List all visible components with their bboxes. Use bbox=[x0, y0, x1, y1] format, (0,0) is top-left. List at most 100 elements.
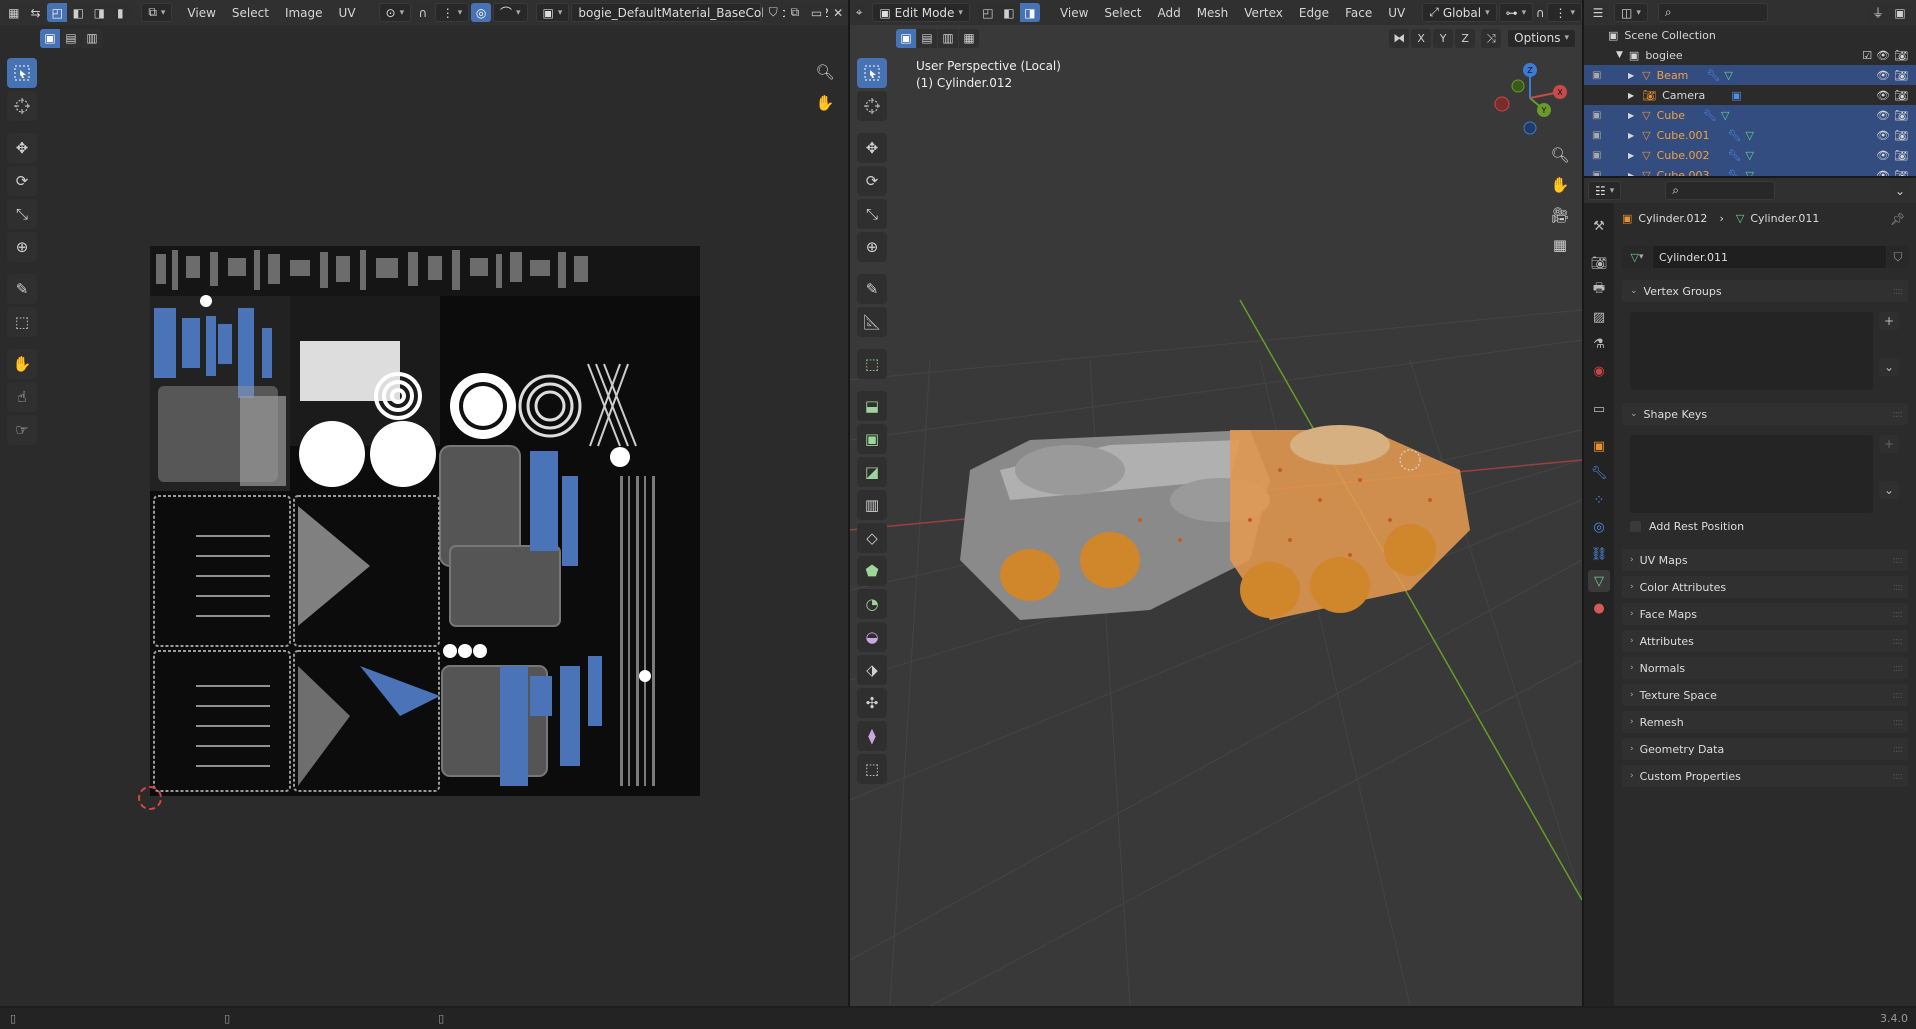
spin-tool-icon[interactable]: ◔ bbox=[857, 589, 887, 619]
vp-rotate-tool-icon[interactable]: ⟳ bbox=[857, 166, 887, 196]
vp-select-subtract-icon[interactable]: ▥ bbox=[938, 28, 958, 48]
vp-select-intersect-icon[interactable]: ▦ bbox=[959, 28, 979, 48]
uv-zoom-icon[interactable]: 🔍︎ bbox=[812, 59, 838, 85]
shape-key-add-button[interactable]: + bbox=[1879, 435, 1899, 453]
extrude-tool-icon[interactable]: ⬓ bbox=[857, 391, 887, 421]
vp-menu-edge[interactable]: Edge bbox=[1292, 3, 1336, 23]
scene-collection-row[interactable]: ▣ Scene Collection bbox=[1584, 25, 1916, 45]
axis-x-toggle[interactable]: X bbox=[1411, 28, 1432, 48]
vp-menu-add[interactable]: Add bbox=[1150, 3, 1187, 23]
render-visibility-icon[interactable]: 📷︎ bbox=[1894, 69, 1908, 82]
render-visibility-icon[interactable]: 📷︎ bbox=[1894, 149, 1908, 162]
select-new-icon[interactable]: ▣ bbox=[40, 28, 60, 48]
visibility-icon[interactable]: 👁︎ bbox=[1876, 89, 1890, 102]
vp-menu-vertex[interactable]: Vertex bbox=[1237, 3, 1290, 23]
outliner-editor-type-icon[interactable]: ☰ bbox=[1588, 3, 1608, 22]
edge-select-icon[interactable]: ◧ bbox=[68, 3, 89, 22]
properties-editor-type-dropdown[interactable]: ☷ ▾ bbox=[1588, 181, 1622, 200]
panel-grip-icon[interactable]: :::: bbox=[1893, 286, 1904, 297]
texture-space-panel-header[interactable]: › Texture Space:::: bbox=[1622, 684, 1908, 706]
fake-user-shield-icon[interactable]: ⛉ bbox=[1887, 246, 1909, 268]
collection-render-icon[interactable]: 📷︎ bbox=[1894, 49, 1908, 62]
vp-annotate-tool-icon[interactable]: ✎ bbox=[857, 274, 887, 304]
uv-display-dropdown[interactable]: ⧉ ▾ bbox=[141, 3, 173, 22]
image-name-field[interactable]: bogie_DefaultMaterial_BaseColor.png.002 bbox=[571, 3, 829, 22]
expand-arrow-icon[interactable]: ▶ bbox=[1628, 71, 1634, 80]
vertex-groups-panel-header[interactable]: ⌄ Vertex Groups :::: bbox=[1622, 280, 1908, 302]
add-rest-position-checkbox[interactable] bbox=[1630, 521, 1641, 532]
mesh-data-browse[interactable]: ▽ ▾ bbox=[1622, 246, 1652, 268]
expand-arrow-icon[interactable]: ▶ bbox=[1628, 91, 1634, 100]
vp-menu-select[interactable]: Select bbox=[1097, 3, 1148, 23]
edge-slide-tool-icon[interactable]: ⬗ bbox=[857, 655, 887, 685]
panel-grip-icon[interactable]: :::: bbox=[1893, 409, 1904, 420]
rotate-tool-icon[interactable]: ⟳ bbox=[7, 166, 37, 196]
inset-tool-icon[interactable]: ▣ bbox=[857, 424, 887, 454]
grab-tool-icon[interactable]: ✋ bbox=[7, 349, 37, 379]
vp-snap-icon[interactable]: ∩ bbox=[1535, 3, 1546, 22]
panel-grip-icon[interactable]: :::: bbox=[1893, 771, 1904, 782]
annotate-tool-icon[interactable]: ✎ bbox=[7, 274, 37, 304]
visibility-icon[interactable]: 👁︎ bbox=[1876, 109, 1890, 122]
mesh-data-name-field[interactable]: Cylinder.011 bbox=[1653, 246, 1886, 268]
mirror-icon[interactable]: ⧓ bbox=[1389, 28, 1410, 48]
panel-grip-icon[interactable]: :::: bbox=[1893, 744, 1904, 755]
uv-maps-panel-header[interactable]: › UV Maps:::: bbox=[1622, 549, 1908, 571]
vp-menu-mesh[interactable]: Mesh bbox=[1190, 3, 1236, 23]
uv-2d-cursor[interactable] bbox=[138, 786, 162, 810]
vp-menu-uv[interactable]: UV bbox=[1381, 3, 1412, 23]
add-cube-tool-icon[interactable]: ⬚ bbox=[857, 349, 887, 379]
bevel-tool-icon[interactable]: ◪ bbox=[857, 457, 887, 487]
expand-arrow-icon[interactable]: ▼ bbox=[1616, 50, 1623, 60]
fake-user-icon[interactable]: ⛉ bbox=[763, 3, 784, 22]
editor-type-icon[interactable]: ▦ bbox=[4, 3, 24, 22]
vp-scale-tool-icon[interactable]: ⤡ bbox=[857, 199, 887, 229]
view-layer-tab-icon[interactable]: ▨ bbox=[1588, 306, 1610, 328]
object-tab-icon[interactable]: ▣ bbox=[1588, 435, 1610, 457]
rip-region-tool-icon[interactable]: ⬚ bbox=[857, 754, 887, 784]
shear-tool-icon[interactable]: ⧫ bbox=[857, 721, 887, 751]
pin-icon[interactable]: 📌︎ bbox=[1890, 212, 1905, 226]
remesh-panel-header[interactable]: › Remesh:::: bbox=[1622, 711, 1908, 733]
vp-measure-tool-icon[interactable]: 📐︎ bbox=[857, 307, 887, 337]
cursor-tool-icon[interactable] bbox=[7, 91, 37, 121]
uv-sync-icon[interactable]: ⇆ bbox=[25, 3, 46, 22]
island-select-icon[interactable]: ▮ bbox=[110, 3, 131, 22]
uv-menu-select[interactable]: Select bbox=[225, 3, 276, 23]
knife-tool-icon[interactable]: ◇ bbox=[857, 523, 887, 553]
uv-menu-uv[interactable]: UV bbox=[332, 3, 363, 23]
edge-mode-icon[interactable]: ◧ bbox=[998, 3, 1019, 22]
outliner-item[interactable]: ▣ ▶ ▽ Cube.003 🔧︎ ▽ 👁︎ 📷︎ bbox=[1584, 165, 1916, 176]
snap-target-dropdown[interactable]: ⋮ ▾ bbox=[434, 3, 470, 22]
axis-y-toggle[interactable]: Y bbox=[1433, 28, 1454, 48]
shape-keys-panel-header[interactable]: ⌄ Shape Keys :::: bbox=[1622, 403, 1908, 425]
shrink-fatten-tool-icon[interactable]: ✣ bbox=[857, 688, 887, 718]
render-visibility-icon[interactable]: 📷︎ bbox=[1894, 129, 1908, 142]
constraints-tab-icon[interactable]: ⛓︎ bbox=[1588, 543, 1610, 565]
new-image-icon[interactable]: ⧉ bbox=[785, 3, 805, 22]
navigation-gizmo[interactable]: X Y Z bbox=[1490, 58, 1570, 138]
tool-tab-icon[interactable]: ⚒ bbox=[1588, 215, 1610, 237]
select-subtract-icon[interactable]: ▥ bbox=[82, 28, 102, 48]
smooth-tool-icon[interactable]: ◒ bbox=[857, 622, 887, 652]
visibility-icon[interactable]: 👁︎ bbox=[1876, 149, 1890, 162]
properties-options-icon[interactable]: ⌄ bbox=[1890, 181, 1910, 200]
normals-panel-header[interactable]: › Normals:::: bbox=[1622, 657, 1908, 679]
loop-cut-tool-icon[interactable]: ▥ bbox=[857, 490, 887, 520]
expand-arrow-icon[interactable]: ▶ bbox=[1628, 131, 1634, 140]
pinch-tool-icon[interactable]: ☞ bbox=[7, 415, 37, 445]
world-tab-icon[interactable]: ◉ bbox=[1588, 360, 1610, 382]
display-mode-dropdown[interactable]: ◫ ▾ bbox=[1614, 3, 1648, 22]
color-attributes-panel-header[interactable]: › Color Attributes:::: bbox=[1622, 576, 1908, 598]
render-visibility-icon[interactable]: 📷︎ bbox=[1894, 109, 1908, 122]
area-divider-vertical-2[interactable] bbox=[1582, 0, 1584, 1006]
outliner-item[interactable]: ▣ ▶ ▽ Cube 🔧︎ ▽ 👁︎ 📷︎ bbox=[1584, 105, 1916, 125]
vp-transform-tool-icon[interactable]: ⊕ bbox=[857, 232, 887, 262]
vp-select-new-icon[interactable]: ▣ bbox=[896, 28, 916, 48]
filter-icon[interactable]: ⏚ bbox=[1868, 3, 1888, 22]
visibility-icon[interactable]: 👁︎ bbox=[1876, 129, 1890, 142]
outliner-item[interactable]: ▶ 📷︎ Camera ▣ 👁︎ 📷︎ bbox=[1584, 85, 1916, 105]
viewport-editor-type-icon[interactable]: ⌖ bbox=[854, 3, 865, 22]
geometry-data-panel-header[interactable]: › Geometry Data:::: bbox=[1622, 738, 1908, 760]
edit-mode-toggle-icon[interactable]: ▣ bbox=[1592, 110, 1606, 121]
